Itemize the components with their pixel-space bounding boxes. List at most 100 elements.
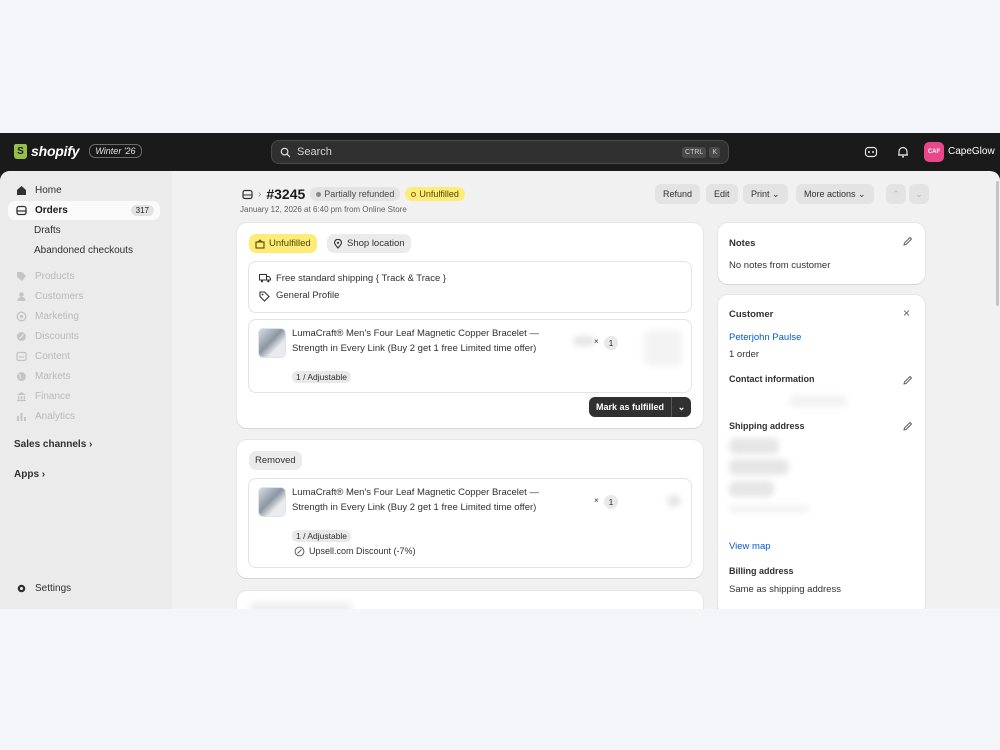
sidebar-item-label: Analytics xyxy=(35,411,76,422)
store-avatar[interactable]: CAF xyxy=(924,142,944,162)
content-icon xyxy=(16,351,27,362)
customer-card: Customer × Peterjohn Paulse 1 order Cont… xyxy=(718,295,925,609)
sidebar-item-content[interactable]: Content xyxy=(8,347,160,366)
sidebar-item-analytics[interactable]: Analytics xyxy=(8,407,160,426)
shopify-logo[interactable]: S shopify Winter '26 xyxy=(14,143,142,159)
sidebar-item-home[interactable]: Home xyxy=(8,181,160,200)
shipping-method: Free standard shipping { Track & Trace } xyxy=(276,273,447,284)
bank-icon xyxy=(17,392,26,402)
chevron-down-icon: ⌄ xyxy=(772,188,780,199)
sidebar-item-customers[interactable]: Customers xyxy=(8,287,160,306)
orders-icon xyxy=(16,205,27,216)
globe-icon xyxy=(17,372,26,381)
chevron-down-icon[interactable]: ⌄ xyxy=(672,402,691,413)
product-thumbnail[interactable] xyxy=(258,328,286,358)
notes-body: No notes from customer xyxy=(729,260,831,271)
customer-title: Customer xyxy=(729,309,774,320)
product-title[interactable]: LumaCraft® Men's Four Leaf Magnetic Copp… xyxy=(292,327,544,356)
sidebar-item-label: Home xyxy=(35,185,62,196)
close-icon[interactable]: × xyxy=(903,306,910,320)
redacted-address-line xyxy=(729,481,774,497)
status-dot-icon xyxy=(316,191,322,197)
sidebar-item-marketing[interactable]: Marketing xyxy=(8,307,160,326)
chevron-right-icon: › xyxy=(258,188,262,200)
bell-icon[interactable] xyxy=(896,145,910,159)
location-badge: Shop location xyxy=(327,234,411,253)
print-button[interactable]: Print ⌄ xyxy=(743,184,788,204)
search-icon xyxy=(280,147,291,157)
location-pin-icon xyxy=(333,238,343,249)
pencil-icon[interactable] xyxy=(902,421,913,432)
pencil-icon[interactable] xyxy=(902,236,913,247)
removed-line-item: LumaCraft® Men's Four Leaf Magnetic Copp… xyxy=(248,478,692,568)
times-sign: × xyxy=(594,496,599,505)
product-thumbnail[interactable] xyxy=(258,487,286,517)
edition-badge[interactable]: Winter '26 xyxy=(89,144,142,158)
scrollbar-thumb[interactable] xyxy=(996,181,999,306)
tag-icon xyxy=(259,291,270,302)
search-bar[interactable]: Search CTRL K xyxy=(271,140,729,164)
quantity-badge: 1 xyxy=(604,495,618,509)
more-actions-button[interactable]: More actions ⌄ xyxy=(796,184,874,204)
sidebar-item-products[interactable]: Products xyxy=(8,267,160,286)
sidebar-item-markets[interactable]: Markets xyxy=(8,367,160,386)
billing-address-body: Same as shipping address xyxy=(729,584,841,595)
order-date: January 12, 2026 at 6:40 pm from Online … xyxy=(240,205,407,214)
breadcrumb: › #3245 Partially refunded Unfulfilled xyxy=(242,186,465,202)
sidebar-item-abandoned-checkouts[interactable]: Abandoned checkouts xyxy=(8,241,160,260)
redacted-address-line xyxy=(729,438,779,454)
contact-info-title: Contact information xyxy=(729,374,815,384)
sidebar-item-label: Abandoned checkouts xyxy=(34,245,133,256)
payment-status-label: Partially refunded xyxy=(324,189,395,199)
sidebar-item-orders[interactable]: Orders 317 xyxy=(8,201,160,220)
customer-name[interactable]: Peterjohn Paulse xyxy=(729,332,801,343)
fulfillment-status-label: Unfulfilled xyxy=(419,189,459,199)
next-order-button[interactable]: ⌄ xyxy=(909,184,929,204)
gear-icon xyxy=(17,584,26,593)
scrollbar[interactable] xyxy=(994,171,1000,609)
location-label: Shop location xyxy=(347,238,405,249)
edit-button[interactable]: Edit xyxy=(706,184,738,204)
sidebar-sales-channels[interactable]: Sales channels › xyxy=(14,439,92,450)
orders-count-badge: 317 xyxy=(130,205,154,216)
redacted-total xyxy=(644,330,682,366)
store-name[interactable]: CapeGlow xyxy=(948,146,995,157)
apps-label: Apps xyxy=(14,469,39,480)
chevron-right-icon: › xyxy=(89,439,93,450)
shipping-box: Free standard shipping { Track & Trace }… xyxy=(248,261,692,313)
sidebar-item-settings[interactable]: Settings xyxy=(8,579,160,598)
sidebar-item-label: Orders xyxy=(35,205,68,216)
sidebar-item-label: Content xyxy=(35,351,71,362)
search-input[interactable]: Search xyxy=(297,146,679,158)
times-sign: × xyxy=(594,337,599,346)
orders-icon[interactable] xyxy=(242,189,253,200)
sidebar-item-drafts[interactable]: Drafts xyxy=(8,221,160,240)
mark-as-fulfilled-button[interactable]: Mark as fulfilled ⌄ xyxy=(589,397,691,417)
pencil-icon[interactable] xyxy=(902,375,913,386)
shortcut-key-k: K xyxy=(709,146,720,158)
refund-button[interactable]: Refund xyxy=(655,184,701,204)
sidebar-item-label: Drafts xyxy=(34,225,61,236)
sidebar-item-label: Customers xyxy=(35,291,84,302)
shipping-address-title: Shipping address xyxy=(729,421,805,431)
variant-badge: 1 / Adjustable xyxy=(292,530,352,542)
sidebar-item-label: Discounts xyxy=(35,331,79,342)
unfulfilled-badge: Unfulfilled xyxy=(249,234,317,253)
sidebar-item-finance[interactable]: Finance xyxy=(8,387,160,406)
discount-icon xyxy=(17,332,26,341)
sidebar-item-discounts[interactable]: Discounts xyxy=(8,327,160,346)
product-title[interactable]: LumaCraft® Men's Four Leaf Magnetic Copp… xyxy=(292,486,544,515)
variant-badge: 1 / Adjustable xyxy=(292,371,352,383)
redacted-badge xyxy=(249,602,353,609)
sidekick-icon[interactable] xyxy=(864,145,878,159)
redacted-address-line xyxy=(729,505,809,513)
sidebar-apps[interactable]: Apps › xyxy=(14,469,45,480)
previous-order-button[interactable]: ⌃ xyxy=(886,184,906,204)
notes-card: Notes No notes from customer xyxy=(718,223,925,284)
view-map-link[interactable]: View map xyxy=(729,541,771,552)
package-icon xyxy=(255,238,265,249)
payment-status-badge: Partially refunded xyxy=(310,187,401,201)
shopify-admin: S shopify Winter '26 Search CTRL K CAF C… xyxy=(0,133,1000,609)
chart-icon xyxy=(17,413,26,421)
top-bar: S shopify Winter '26 Search CTRL K CAF C… xyxy=(0,133,1000,171)
